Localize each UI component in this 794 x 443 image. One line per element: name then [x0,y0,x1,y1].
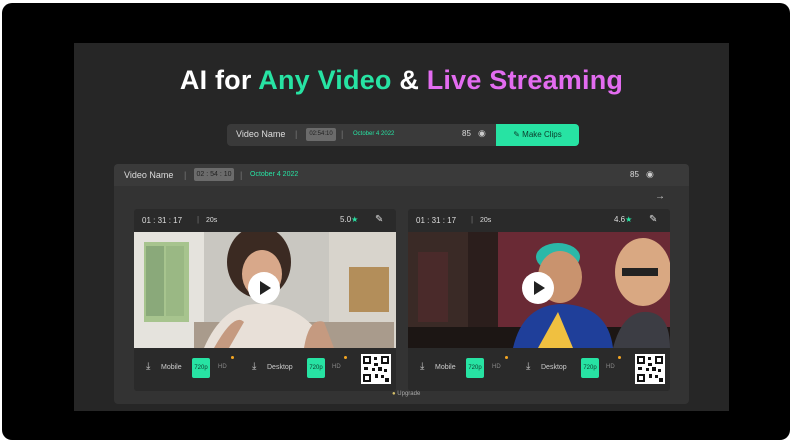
date-label: October 4 2022 [353,131,395,137]
quality-720p-button[interactable]: 720p [581,358,599,378]
promo-stage: AI for Any Video & Live Streaming Video … [74,43,729,411]
desktop-label: Desktop [267,364,293,371]
divider: | [184,170,187,180]
date-label: October 4 2022 [250,171,299,178]
clip-icon: ✎ [513,130,523,139]
timecode-badge: 02:54:10 [306,128,336,141]
edit-icon[interactable]: ✎ [649,214,657,225]
view-count: 85 [630,170,639,179]
timecode-badge: 02 : 54 : 10 [194,168,234,181]
divider: | [471,215,474,224]
video-name-label: Video Name [236,129,286,139]
download-icon[interactable]: ⤓ [526,361,530,372]
download-options: ⤓ Mobile 720p HD ⤓ Desktop 720p HD [408,352,670,384]
clip-time: 01 : 31 : 17 [416,216,457,225]
clip-rating: 5.0★ [340,215,358,224]
clip-card[interactable]: 01 : 31 : 17 | 20s 4.6★ ✎ ⤓ Mobile 720p … [408,209,670,391]
make-clips-label: Make Clips [522,130,562,139]
play-button[interactable] [248,272,280,304]
quality-720p-button[interactable]: 720p [192,358,210,378]
mobile-label: Mobile [161,364,182,371]
edit-icon[interactable]: ✎ [375,214,383,225]
star-icon: ★ [351,215,359,224]
video-frame: AI for Any Video & Live Streaming Video … [2,3,790,440]
download-icon[interactable]: ⤓ [420,361,424,372]
eye-icon: ◉ [478,128,486,138]
quality-hd-button[interactable]: HD [218,364,227,370]
video-thumbnail[interactable] [134,232,396,348]
download-icon[interactable]: ⤓ [252,361,256,372]
divider: | [240,170,243,180]
premium-dot [344,356,347,359]
star-icon: ★ [625,215,633,224]
quality-720p-button[interactable]: 720p [466,358,484,378]
download-icon[interactable]: ⤓ [146,361,150,372]
clips-panel: Video Name | 02 : 54 : 10 | October 4 20… [114,164,689,404]
premium-dot [618,356,621,359]
divider: | [341,129,344,139]
clip-card-header: 01 : 31 : 17 | 20s 5.0★ ✎ [134,209,396,232]
headline: AI for Any Video & Live Streaming [74,65,729,96]
play-button[interactable] [522,272,554,304]
expand-icon[interactable]: → [655,191,665,202]
divider: | [295,129,298,139]
mobile-label: Mobile [435,364,456,371]
quality-720p-button[interactable]: 720p [307,358,325,378]
upgrade-link[interactable]: ● Upgrade [392,391,420,397]
clip-duration: 20s [206,217,218,224]
clip-rating: 4.6★ [614,215,632,224]
panel-header: Video Name | 02 : 54 : 10 | October 4 20… [114,164,689,186]
rating-value: 5.0 [340,215,352,224]
video-thumbnail[interactable] [408,232,670,348]
premium-dot [505,356,508,359]
headline-text: AI for [179,65,259,95]
qr-code[interactable] [635,354,665,384]
qr-code[interactable] [361,354,391,384]
desktop-label: Desktop [541,364,567,371]
quality-hd-button[interactable]: HD [492,364,501,370]
view-count: 85 [462,129,471,138]
upgrade-label: Upgrade [397,391,421,397]
headline-text-and: & [391,65,427,95]
eye-icon: ◉ [646,169,654,179]
headline-highlight-green: Any Video [258,65,392,95]
make-clips-button[interactable]: ✎ Make Clips [496,124,579,146]
rating-value: 4.6 [614,215,626,224]
download-options: ⤓ Mobile 720p HD ⤓ Desktop 720p HD [134,352,396,384]
quality-hd-button[interactable]: HD [332,364,341,370]
qr-code-graphic [637,356,663,382]
clip-card[interactable]: 01 : 31 : 17 | 20s 5.0★ ✎ ⤓ Mobile 720p … [134,209,396,391]
clip-duration: 20s [480,217,492,224]
headline-highlight-pink: Live Streaming [426,65,624,95]
premium-dot [231,356,234,359]
qr-code-graphic [363,356,389,382]
divider: | [197,215,200,224]
clip-time: 01 : 31 : 17 [142,216,183,225]
clip-card-header: 01 : 31 : 17 | 20s 4.6★ ✎ [408,209,670,232]
quality-hd-button[interactable]: HD [606,364,615,370]
video-name-label: Video Name [124,170,174,180]
